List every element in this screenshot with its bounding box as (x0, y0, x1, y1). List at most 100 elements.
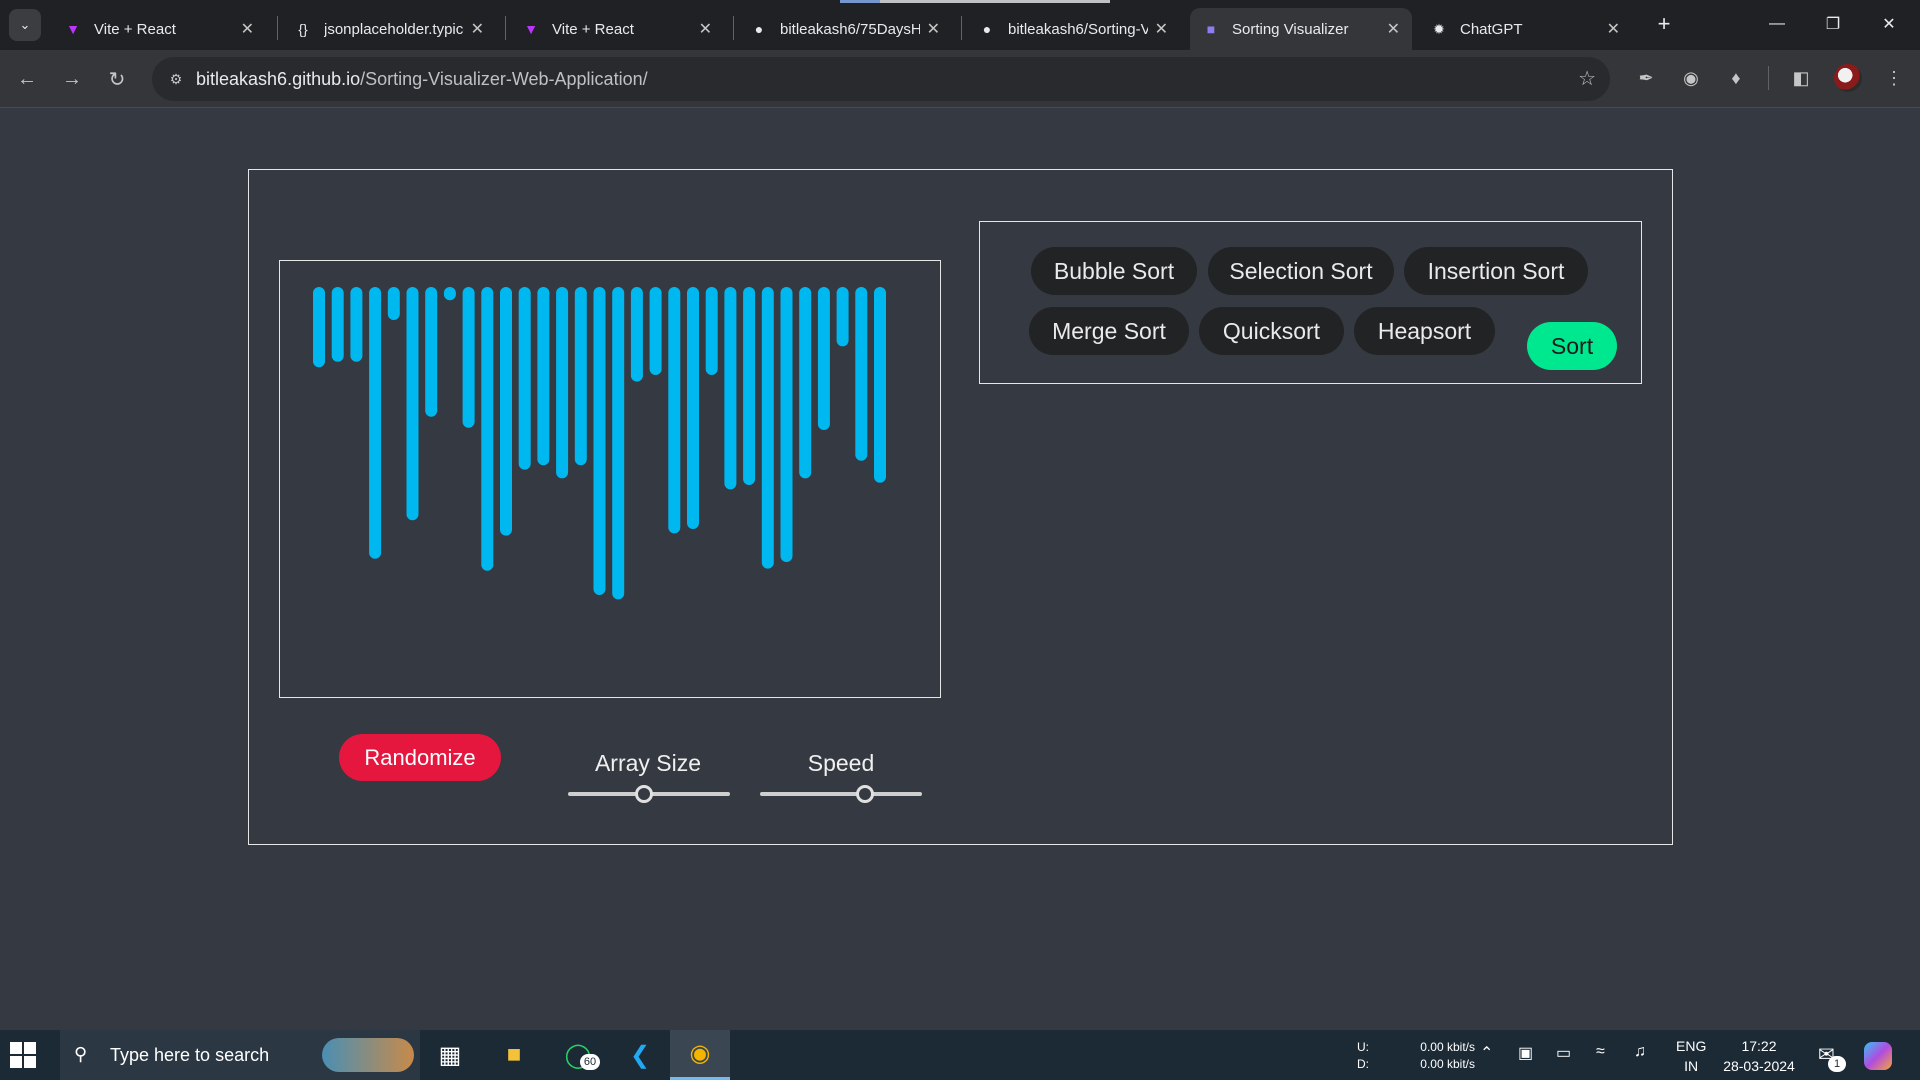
reload-icon[interactable]: ↻ (100, 62, 134, 96)
array-bar (313, 287, 325, 368)
heapsort-button[interactable]: Heapsort (1354, 307, 1495, 355)
site-info-icon[interactable]: ⚙ (162, 65, 190, 93)
address-bar[interactable]: ⚙ bitleakash6.github.io/Sorting-Visualiz… (152, 57, 1610, 101)
array-bar (574, 287, 587, 466)
language-indicator[interactable]: ENG IN (1676, 1036, 1706, 1076)
windows-start-icon[interactable] (10, 1042, 36, 1068)
close-icon[interactable]: ✕ (699, 19, 712, 39)
array-bar (855, 287, 868, 461)
tab-jsonplaceholder[interactable]: {} jsonplaceholder.typicode.com ✕ (282, 8, 496, 50)
close-icon[interactable]: ✕ (471, 19, 484, 39)
array-bar (668, 287, 681, 534)
array-size-label: Array Size (594, 750, 702, 776)
profile-avatar[interactable] (1834, 64, 1862, 92)
side-panel-icon[interactable]: ◧ (1785, 62, 1817, 94)
forward-icon[interactable]: → (55, 62, 89, 96)
merge-sort-button[interactable]: Merge Sort (1029, 307, 1189, 355)
array-size-slider-thumb[interactable] (635, 785, 654, 803)
array-bar (705, 287, 718, 375)
array-bar (350, 287, 363, 362)
tab-separator (733, 16, 734, 40)
window-close-icon[interactable]: ✕ (1866, 8, 1912, 40)
lang-top: ENG (1676, 1038, 1707, 1054)
restore-icon[interactable]: ❐ (1810, 8, 1856, 40)
tab-title: ChatGPT (1460, 20, 1523, 38)
file-explorer-icon[interactable]: ■ (486, 1030, 542, 1080)
back-icon[interactable]: ← (10, 62, 44, 96)
sort-button[interactable]: Sort (1527, 322, 1617, 370)
array-bar (443, 287, 456, 301)
tab-sorting-visualizer[interactable]: ■ Sorting Visualizer ✕ (1190, 8, 1412, 50)
array-bar (425, 287, 438, 417)
net-down-label: D: (1357, 1057, 1369, 1071)
minimize-icon[interactable]: — (1754, 8, 1800, 40)
close-icon[interactable]: ✕ (241, 19, 254, 39)
tab-title: bitleakash6/75DaysH (780, 20, 920, 38)
tab-separator (277, 16, 278, 40)
tab-title: bitleakash6/Sorting-V (1008, 20, 1148, 38)
bookmark-star-icon[interactable]: ☆ (1578, 66, 1596, 91)
tab-vite-react-2[interactable]: ▼ Vite + React ✕ (510, 8, 724, 50)
chrome-icon[interactable]: ◉ (670, 1030, 730, 1080)
array-bar (518, 287, 531, 470)
array-bar (780, 287, 793, 562)
net-up-label: U: (1357, 1040, 1369, 1054)
menu-kebab-icon[interactable]: ⋮ (1878, 62, 1910, 94)
tab-chatgpt[interactable]: ✹ ChatGPT ✕ (1418, 8, 1632, 50)
new-tab-button[interactable]: + (1650, 8, 1678, 40)
array-bar (556, 287, 569, 479)
array-bar (331, 287, 344, 362)
eyedropper-extension-icon[interactable]: ✒ (1630, 62, 1662, 94)
tab-title: Sorting Visualizer (1232, 20, 1349, 38)
github-icon: ● (982, 21, 992, 37)
array-bar (687, 287, 699, 529)
tab-separator (961, 16, 962, 40)
battery-icon[interactable]: ▭ (1556, 1043, 1571, 1063)
close-icon[interactable]: ✕ (1387, 19, 1400, 39)
taskbar-search[interactable]: ⚲ Type here to search (60, 1030, 420, 1080)
vscode-icon[interactable]: ❮ (612, 1030, 668, 1080)
page-icon: ■ (1206, 21, 1216, 37)
array-bar (630, 287, 643, 382)
url-text[interactable]: bitleakash6.github.io/Sorting-Visualizer… (196, 69, 648, 90)
array-bar (649, 287, 662, 375)
array-bar (836, 287, 849, 347)
url-path: /Sorting-Visualizer-Web-Application/ (360, 69, 648, 89)
extensions-puzzle-icon[interactable]: ♦ (1720, 62, 1752, 94)
search-icon: ⚲ (74, 1044, 88, 1064)
whatsapp-icon[interactable]: ◯ 60 (550, 1030, 606, 1080)
selection-sort-button[interactable]: Selection Sort (1208, 247, 1394, 295)
speed-slider[interactable] (760, 792, 922, 796)
copilot-icon[interactable] (1864, 1042, 1892, 1070)
clock-date: 28-03-2024 (1723, 1058, 1795, 1074)
volume-icon[interactable]: ♫ (1634, 1043, 1646, 1061)
notification-badge: 1 (1828, 1056, 1846, 1072)
lang-bottom: IN (1684, 1058, 1699, 1074)
bubble-sort-button[interactable]: Bubble Sort (1031, 247, 1197, 295)
extension-circle-icon[interactable]: ◉ (1675, 62, 1707, 94)
quicksort-button[interactable]: Quicksort (1199, 307, 1344, 355)
vite-icon: ▼ (66, 21, 80, 37)
randomize-button[interactable]: Randomize (339, 734, 501, 781)
tab-search-button[interactable]: ⌄ (9, 9, 41, 41)
clock[interactable]: 17:22 28-03-2024 (1716, 1036, 1802, 1076)
close-icon[interactable]: ✕ (1155, 19, 1168, 39)
array-bar (387, 287, 400, 320)
tab-github-75days[interactable]: ● bitleakash6/75DaysH ✕ (738, 8, 952, 50)
tab-github-sorting[interactable]: ● bitleakash6/Sorting-V ✕ (966, 8, 1180, 50)
wifi-icon[interactable]: ≈ (1596, 1043, 1605, 1061)
net-down-value: 0.00 kbit/s (1420, 1057, 1475, 1071)
close-icon[interactable]: ✕ (927, 19, 940, 39)
jsonplaceholder-icon: {} (298, 21, 308, 37)
chatgpt-icon: ✹ (1433, 20, 1445, 37)
array-bar (537, 287, 550, 466)
tab-vite-react-1[interactable]: ▼ Vite + React ✕ (52, 8, 266, 50)
array-bars-panel (279, 260, 941, 698)
meet-now-icon[interactable]: ▣ (1518, 1043, 1533, 1063)
close-icon[interactable]: ✕ (1607, 19, 1620, 39)
task-view-icon[interactable]: ▦ (422, 1030, 478, 1080)
array-bar (593, 287, 606, 595)
insertion-sort-button[interactable]: Insertion Sort (1404, 247, 1588, 295)
chevron-up-icon[interactable]: ⌃ (1480, 1043, 1493, 1063)
search-placeholder: Type here to search (110, 1045, 270, 1065)
